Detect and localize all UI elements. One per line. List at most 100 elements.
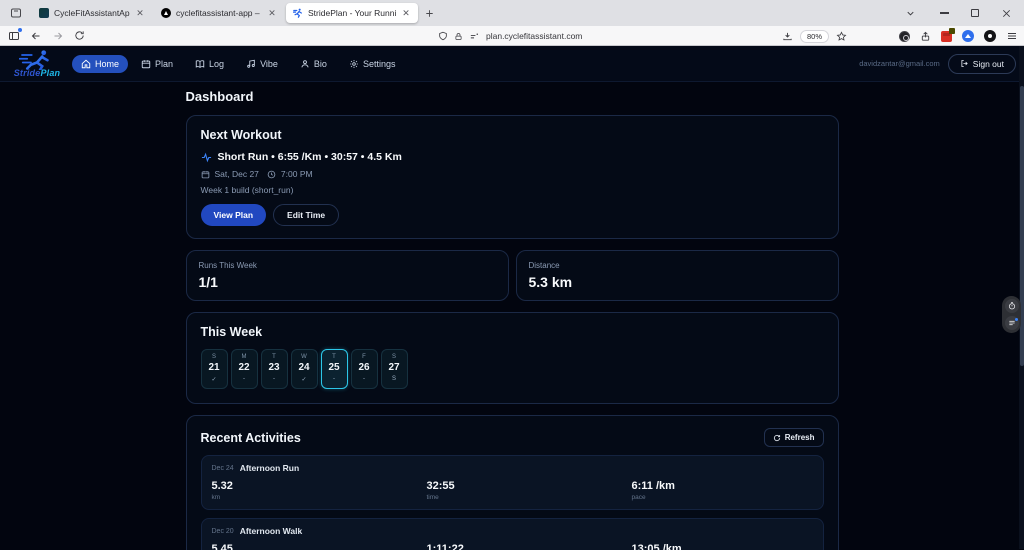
activity-row[interactable]: Dec 24 Afternoon Run 5.32km 32:55time 6:…	[201, 455, 824, 510]
day-chip-23[interactable]: T 23 -	[261, 349, 288, 389]
minimize-icon[interactable]	[940, 12, 949, 14]
nav-item-vibe[interactable]: Vibe	[237, 55, 287, 73]
lock-icon[interactable]	[454, 32, 463, 41]
nav-label: Plan	[155, 59, 173, 69]
save-page-icon[interactable]	[782, 31, 793, 42]
tab-close-icon[interactable]: ✕	[401, 8, 411, 19]
activity-distance: 5.45	[212, 543, 427, 550]
day-number: 25	[322, 362, 347, 373]
nav-item-home[interactable]: Home	[72, 55, 128, 73]
day-letter: S	[202, 354, 227, 360]
day-chip-24[interactable]: W 24 ✓	[291, 349, 318, 389]
next-workout-card: Next Workout Short Run • 6:55 /Km • 30:5…	[186, 115, 839, 239]
refresh-button[interactable]: Refresh	[764, 428, 824, 447]
close-icon[interactable]	[1001, 8, 1012, 19]
url-bar[interactable]: plan.cyclefitassistant.com	[438, 26, 582, 46]
tab-cyclefitassistantapp[interactable]: CycleFitAssistantApp ✕	[32, 3, 152, 23]
stat-card-distance: Distance 5.3 km	[516, 250, 839, 301]
tab-deployment[interactable]: cyclefitassistant-app – Deploym ✕	[154, 3, 284, 23]
tab-close-icon[interactable]: ✕	[267, 8, 277, 19]
activity-pulse-icon	[201, 152, 212, 163]
workout-time: 7:00 PM	[281, 169, 313, 179]
brand-stride: Stride	[14, 68, 41, 78]
tracking-shield-icon[interactable]	[438, 31, 448, 41]
page-title: Dashboard	[186, 89, 839, 104]
day-chip-26[interactable]: F 26 -	[351, 349, 378, 389]
stopwatch-icon[interactable]	[1005, 299, 1019, 313]
workout-date: Sat, Dec 27	[215, 169, 259, 179]
activity-row[interactable]: Dec 20 Afternoon Walk 5.45km 1:11:22time…	[201, 518, 824, 550]
day-chip-21[interactable]: S 21 ✓	[201, 349, 228, 389]
forward-icon[interactable]	[52, 30, 64, 42]
brand-logo[interactable]: StridePlan	[8, 49, 66, 78]
clock-icon	[267, 170, 276, 179]
new-tab-button[interactable]	[419, 3, 439, 23]
dashboard-content: Dashboard Next Workout Short Run • 6:55 …	[186, 82, 839, 550]
day-marker: -	[352, 376, 377, 383]
activity-distance-label: km	[212, 494, 427, 501]
sidebar-toggle-icon[interactable]	[8, 30, 20, 42]
tab-title: StridePlan - Your Running Plan	[308, 8, 396, 18]
day-letter: S	[382, 354, 407, 360]
tab-strideplan-active[interactable]: StridePlan - Your Running Plan ✕	[286, 3, 418, 23]
sign-out-button[interactable]: Sign out	[948, 54, 1016, 74]
firefox-view-icon[interactable]	[4, 3, 28, 23]
edit-time-button[interactable]: Edit Time	[273, 204, 339, 226]
day-marker: -	[322, 376, 347, 383]
activity-pace-label: pace	[632, 494, 813, 501]
day-letter: T	[262, 354, 287, 360]
tab-title: cyclefitassistant-app – Deploym	[176, 8, 262, 18]
extension-black-circle-icon[interactable]	[984, 30, 996, 42]
day-chip-22[interactable]: M 22 -	[231, 349, 258, 389]
share-icon[interactable]	[920, 31, 931, 42]
app-nav-bar: StridePlan Home Plan Log Vibe Bio	[0, 46, 1024, 82]
list-icon[interactable]	[1005, 316, 1019, 330]
nav-item-settings[interactable]: Settings	[340, 55, 405, 73]
day-chip-25-current[interactable]: T 25 -	[321, 349, 348, 389]
brand-name: StridePlan	[14, 68, 61, 78]
home-icon	[81, 59, 91, 69]
recent-activities-card: Recent Activities Refresh Dec 24 Afterno…	[186, 415, 839, 550]
tab-list-chevron-icon[interactable]	[905, 8, 916, 19]
menu-icon[interactable]	[1006, 30, 1018, 42]
window-controls	[905, 0, 1024, 26]
tab-title: CycleFitAssistantApp	[54, 8, 130, 18]
nav-item-log[interactable]: Log	[186, 55, 233, 73]
day-letter: W	[292, 354, 317, 360]
stat-label: Distance	[529, 261, 826, 270]
music-icon	[246, 59, 256, 69]
day-number: 24	[292, 362, 317, 373]
activity-pace: 13:05 /km	[632, 543, 813, 550]
back-icon[interactable]	[30, 30, 42, 42]
page-scrollbar[interactable]	[1019, 46, 1024, 549]
extension-dark-circle-icon[interactable]	[899, 31, 910, 42]
view-plan-button[interactable]: View Plan	[201, 204, 267, 226]
day-number: 21	[202, 362, 227, 373]
day-marker: S	[382, 376, 407, 383]
extension-blue-circle-icon[interactable]	[962, 30, 974, 42]
extension-red-grid-icon[interactable]	[941, 31, 952, 42]
nav-label: Vibe	[260, 59, 278, 69]
bookmark-star-icon[interactable]	[836, 31, 847, 42]
person-icon	[300, 59, 310, 69]
activity-name: Afternoon Run	[240, 463, 300, 473]
book-icon	[195, 59, 205, 69]
nav-item-plan[interactable]: Plan	[132, 55, 182, 73]
tab-close-icon[interactable]: ✕	[135, 8, 145, 19]
day-chip-27[interactable]: S 27 S	[381, 349, 408, 389]
day-letter: M	[232, 354, 257, 360]
sign-out-icon	[960, 59, 969, 68]
url-text[interactable]: plan.cyclefitassistant.com	[486, 31, 582, 41]
stat-card-runs: Runs This Week 1/1	[186, 250, 509, 301]
extension-badge	[949, 28, 955, 34]
calendar-icon	[141, 59, 151, 69]
activity-time: 1:11:22	[427, 543, 632, 550]
stat-value: 5.3 km	[529, 274, 826, 290]
nav-item-bio[interactable]: Bio	[291, 55, 336, 73]
reload-icon[interactable]	[74, 30, 85, 41]
restore-icon[interactable]	[971, 9, 979, 17]
permissions-icon[interactable]	[469, 31, 480, 42]
browser-toolbar: plan.cyclefitassistant.com 80%	[0, 26, 1024, 46]
activity-time: 32:55	[427, 480, 632, 492]
zoom-level-badge[interactable]: 80%	[800, 30, 829, 43]
